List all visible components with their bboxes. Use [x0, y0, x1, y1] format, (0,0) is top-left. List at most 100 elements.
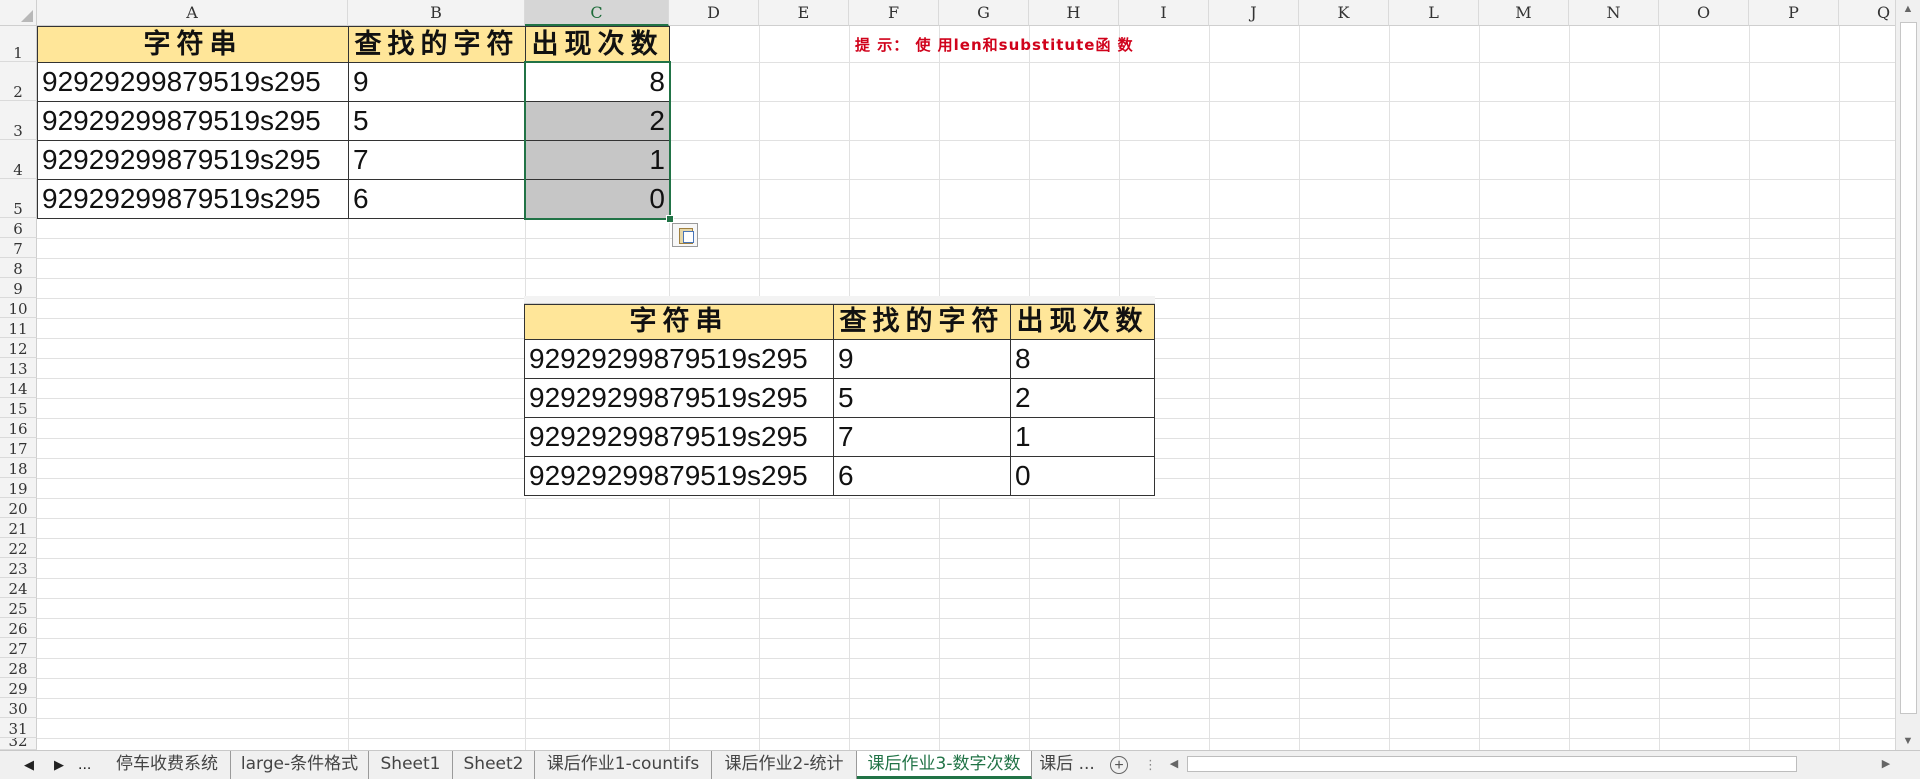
tab-scroll-right-icon[interactable]: ▶	[54, 751, 64, 779]
row-header[interactable]: 2	[0, 62, 37, 101]
spreadsheet-grid[interactable]: A B C D E F G H I J K L M N O P Q 1 2 3 …	[0, 0, 1895, 750]
table1-header-char[interactable]: 查找的字符	[348, 26, 526, 63]
column-header-i[interactable]: I	[1119, 0, 1209, 26]
table1-cell-string[interactable]: 92929299879519s295	[37, 62, 349, 102]
column-header-o[interactable]: O	[1659, 0, 1749, 26]
row-header[interactable]: 7	[0, 238, 37, 258]
row-header[interactable]: 22	[0, 538, 37, 558]
row-header[interactable]: 29	[0, 678, 37, 698]
row-header[interactable]: 1	[0, 26, 37, 62]
tab-splitter-icon[interactable]: ⋮	[1144, 751, 1157, 779]
table1-cell-count[interactable]: 2	[525, 101, 670, 141]
table2-cell-char: 6	[833, 456, 1011, 496]
row-header[interactable]: 25	[0, 598, 37, 618]
table1-cell-count[interactable]: 0	[525, 179, 670, 219]
row-header[interactable]: 3	[0, 101, 37, 140]
row-header[interactable]: 14	[0, 378, 37, 398]
scroll-left-icon[interactable]: ◀	[1165, 755, 1183, 774]
table1-cell-char[interactable]: 6	[348, 179, 526, 219]
table1-cell-string[interactable]: 92929299879519s295	[37, 101, 349, 141]
column-header-h[interactable]: H	[1029, 0, 1119, 26]
row-header[interactable]: 19	[0, 478, 37, 498]
column-header-b[interactable]: B	[348, 0, 525, 26]
row-header[interactable]: 21	[0, 518, 37, 538]
column-header-l[interactable]: L	[1389, 0, 1479, 26]
column-header-d[interactable]: D	[669, 0, 759, 26]
sheet-tab[interactable]: Sheet1	[369, 751, 453, 779]
column-header-g[interactable]: G	[939, 0, 1029, 26]
column-header-p[interactable]: P	[1749, 0, 1839, 26]
row-header[interactable]: 5	[0, 179, 37, 218]
row-header[interactable]: 27	[0, 638, 37, 658]
table1-cell-char[interactable]: 9	[348, 62, 526, 102]
sheet-tab[interactable]: Sheet2	[453, 751, 535, 779]
tab-overflow[interactable]: ...	[78, 751, 91, 779]
sheet-tab[interactable]: 课后 ...	[1032, 751, 1102, 779]
column-header-f[interactable]: F	[849, 0, 939, 26]
tab-scroll-left-icon[interactable]: ◀	[24, 751, 34, 779]
fill-handle[interactable]	[666, 215, 674, 223]
column-header-a[interactable]: A	[37, 0, 348, 26]
vertical-scroll-thumb[interactable]	[1900, 22, 1917, 714]
vertical-scrollbar[interactable]: ▲ ▼	[1895, 0, 1920, 750]
table1-cell-count[interactable]: 1	[525, 140, 670, 180]
row-header[interactable]: 17	[0, 438, 37, 458]
table-image[interactable]: 字符串 查找的字符 出现次数 92929299879519s295 9 8 92…	[524, 296, 1155, 498]
column-header-n[interactable]: N	[1569, 0, 1659, 26]
table1-cell-char[interactable]: 5	[348, 101, 526, 141]
row-header[interactable]: 26	[0, 618, 37, 638]
horizontal-scroll-thumb[interactable]	[1187, 756, 1797, 772]
table2-header-count: 出现次数	[1010, 304, 1155, 340]
select-all-corner[interactable]	[0, 0, 37, 26]
sheet-tab[interactable]: large-条件格式	[231, 751, 369, 779]
row-header[interactable]: 11	[0, 318, 37, 338]
table2-cell-string: 92929299879519s295	[524, 378, 834, 418]
row-header[interactable]: 13	[0, 358, 37, 378]
row-header[interactable]: 18	[0, 458, 37, 478]
table2-cell-count: 2	[1010, 378, 1155, 418]
row-header[interactable]: 30	[0, 698, 37, 718]
table2-cell-string: 92929299879519s295	[524, 417, 834, 457]
scroll-up-icon[interactable]: ▲	[1896, 0, 1920, 18]
scroll-down-icon[interactable]: ▼	[1896, 732, 1920, 750]
column-header-m[interactable]: M	[1479, 0, 1569, 26]
table1-cell-string[interactable]: 92929299879519s295	[37, 179, 349, 219]
column-header-q[interactable]: Q	[1839, 0, 1895, 26]
column-header-k[interactable]: K	[1299, 0, 1389, 26]
row-header[interactable]: 20	[0, 498, 37, 518]
table2-header-char: 查找的字符	[833, 304, 1011, 340]
table2-cell-char: 5	[833, 378, 1011, 418]
horizontal-scrollbar[interactable]: ◀ ▶	[1165, 755, 1895, 774]
row-header[interactable]: 6	[0, 218, 37, 238]
sheet-tab[interactable]: 课后作业2-统计	[712, 751, 857, 779]
table2-cell-count: 1	[1010, 417, 1155, 457]
table1-header-string[interactable]: 字符串	[37, 26, 349, 63]
add-sheet-icon[interactable]: +	[1110, 756, 1128, 774]
row-header[interactable]: 15	[0, 398, 37, 418]
row-header[interactable]: 4	[0, 140, 37, 179]
table2-cell-string: 92929299879519s295	[524, 339, 834, 379]
table2-cell-count: 8	[1010, 339, 1155, 379]
row-header[interactable]: 28	[0, 658, 37, 678]
sheet-tab[interactable]: 停车收费系统	[104, 751, 231, 779]
table1-cell-string[interactable]: 92929299879519s295	[37, 140, 349, 180]
paste-options-icon[interactable]	[672, 223, 698, 247]
row-header[interactable]: 10	[0, 298, 37, 318]
table1-cell-char[interactable]: 7	[348, 140, 526, 180]
column-header-e[interactable]: E	[759, 0, 849, 26]
row-header[interactable]: 16	[0, 418, 37, 438]
row-header[interactable]: 23	[0, 558, 37, 578]
sheet-tab-active[interactable]: 课后作业3-数字次数	[857, 751, 1032, 779]
row-header[interactable]: 8	[0, 258, 37, 278]
sheet-tab[interactable]: 课后作业1-countifs	[535, 751, 712, 779]
row-header[interactable]: 32	[0, 738, 37, 750]
table1-header-count[interactable]: 出现次数	[525, 26, 670, 63]
row-header[interactable]: 12	[0, 338, 37, 358]
column-header-j[interactable]: J	[1209, 0, 1299, 26]
row-header[interactable]: 9	[0, 278, 37, 298]
table1-cell-count[interactable]: 8	[525, 62, 670, 102]
row-header[interactable]: 31	[0, 718, 37, 738]
column-header-c[interactable]: C	[525, 0, 669, 26]
row-header[interactable]: 24	[0, 578, 37, 598]
scroll-right-icon[interactable]: ▶	[1877, 755, 1895, 774]
